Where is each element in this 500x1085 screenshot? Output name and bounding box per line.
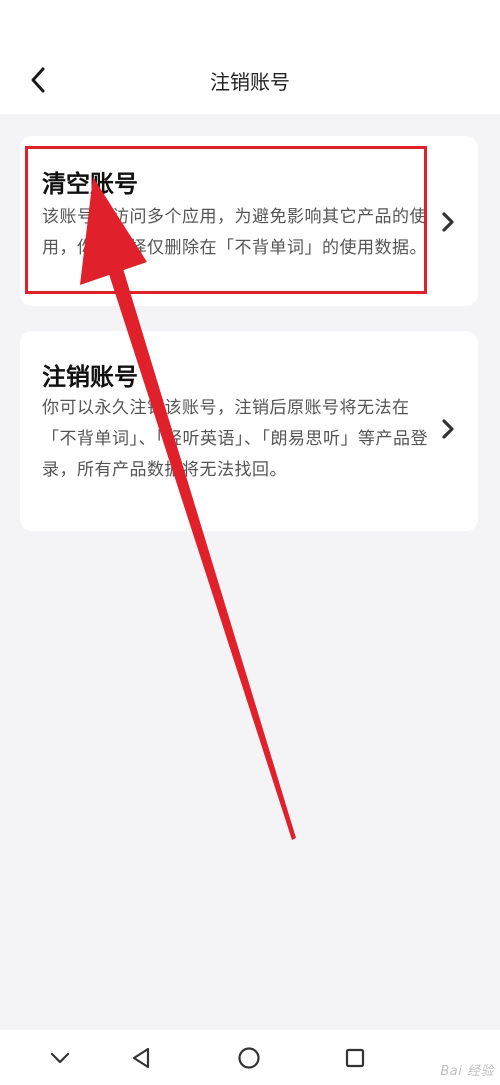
cancel-account-description: 你可以永久注销该账号，注销后原账号将无法在「不背单词」、「轻听英语」、「朗易思听… xyxy=(42,398,428,480)
clear-account-card[interactable]: 清空账号 该账号可访问多个应用，为避免影响其它产品的使用，你可选择仅删除在「不背… xyxy=(20,136,478,306)
recent-square-icon xyxy=(345,1048,365,1068)
page-title: 注销账号 xyxy=(210,70,290,94)
cancel-account-title: 注销账号 xyxy=(42,363,138,391)
cancel-account-card[interactable]: 注销账号 你可以永久注销该账号，注销后原账号将无法在「不背单词」、「轻听英语」、… xyxy=(20,331,478,531)
nav-back-button[interactable] xyxy=(125,1042,157,1074)
system-nav-bar: Bai 经验 xyxy=(0,1030,500,1085)
chevron-down-icon xyxy=(50,1052,70,1064)
clear-account-description: 该账号可访问多个应用，为避免影响其它产品的使用，你可选择仅删除在「不背单词」的使… xyxy=(42,207,427,258)
clear-account-title: 清空账号 xyxy=(42,170,138,198)
nav-recent-button[interactable] xyxy=(339,1042,371,1074)
chevron-right-icon xyxy=(442,212,454,232)
header: 注销账号 xyxy=(0,0,500,114)
back-triangle-icon xyxy=(132,1047,150,1069)
nav-home-button[interactable] xyxy=(233,1042,265,1074)
watermark: Bai 经验 xyxy=(440,1064,494,1079)
chevron-right-icon xyxy=(442,419,454,439)
nav-hide-button[interactable] xyxy=(44,1042,76,1074)
home-circle-icon xyxy=(238,1047,260,1069)
